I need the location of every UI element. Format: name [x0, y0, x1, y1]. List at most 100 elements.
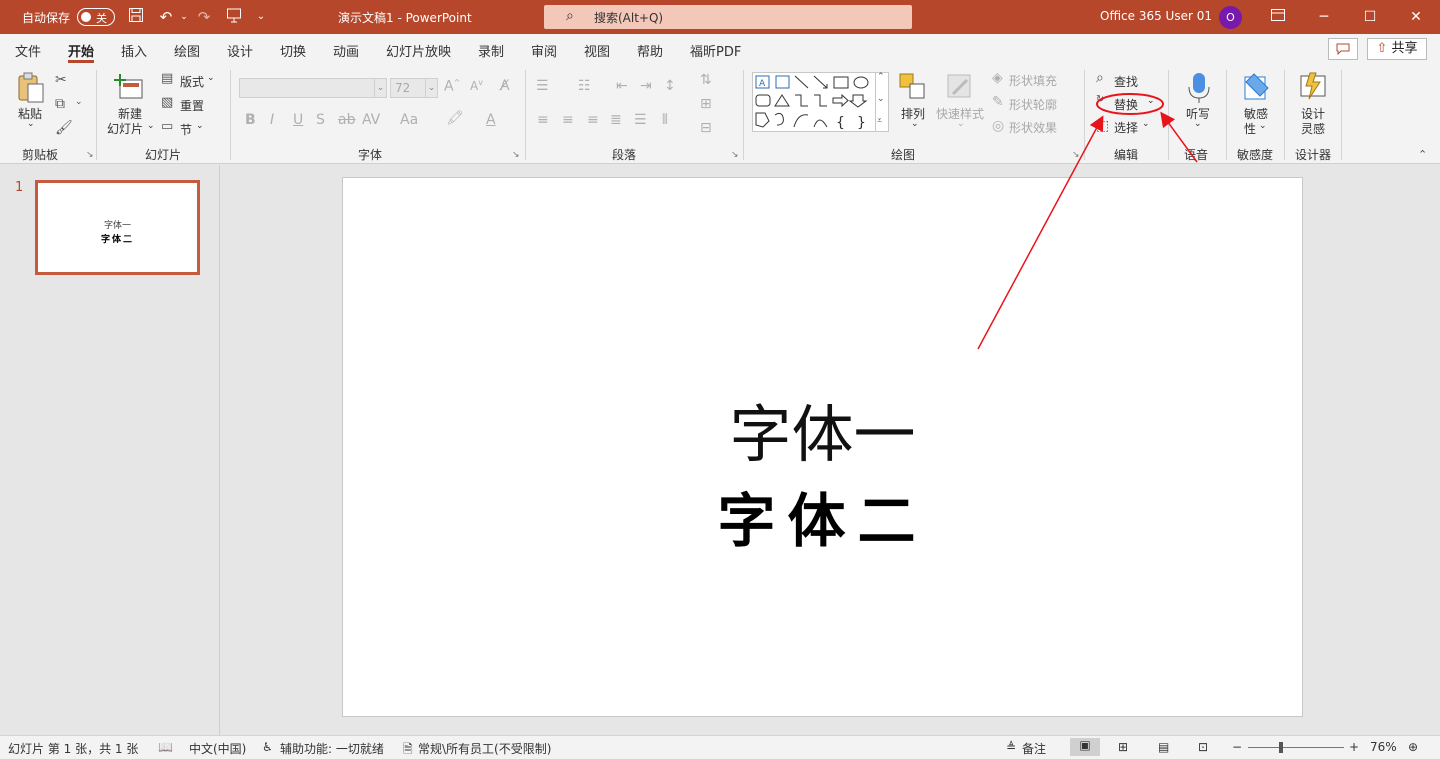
microphone-icon[interactable] — [1184, 72, 1214, 103]
paste-dropdown-icon[interactable]: ⌄ — [27, 119, 35, 129]
distributed-icon[interactable]: ☰ — [634, 112, 647, 128]
more-shapes-icon[interactable]: ⩡ — [877, 116, 882, 126]
sensitivity-label-2[interactable]: 性 — [1244, 120, 1256, 137]
new-slide-label-2[interactable]: 幻灯片 — [107, 120, 143, 137]
shapes-gallery[interactable]: A { } — [752, 72, 889, 132]
char-spacing-icon[interactable]: AV — [362, 112, 380, 128]
increase-font-icon[interactable]: A^ — [444, 78, 460, 95]
clear-format-icon[interactable]: A̸ — [500, 78, 510, 94]
tab-transitions[interactable]: 切换 — [280, 41, 306, 60]
redo-icon[interactable]: ↷ — [194, 7, 214, 27]
tab-home[interactable]: 开始 — [68, 41, 95, 63]
replace-label[interactable]: 替换 — [1114, 96, 1138, 113]
new-slide-dropdown-icon[interactable]: ⌄ — [147, 121, 155, 131]
layout-dropdown-icon[interactable]: ⌄ — [207, 73, 215, 83]
spellcheck-icon[interactable]: 📖 — [158, 740, 173, 754]
dictate-dropdown-icon[interactable]: ⌄ — [1194, 119, 1202, 129]
customize-qat-icon[interactable]: ⌄ — [251, 7, 271, 27]
slide-sorter-icon[interactable]: ⊞ — [1118, 740, 1128, 754]
tab-file[interactable]: 文件 — [15, 41, 41, 60]
sensitivity-dropdown-icon[interactable]: ⌄ — [1259, 121, 1267, 131]
text-line-1[interactable]: 字体一 — [343, 384, 1302, 474]
section-icon[interactable]: ▭ — [161, 119, 173, 134]
format-painter-icon[interactable]: 🖌 — [55, 120, 73, 136]
bold-icon[interactable]: B — [245, 112, 256, 128]
align-left-icon[interactable]: ≡ — [537, 112, 549, 128]
tab-record[interactable]: 录制 — [478, 41, 504, 60]
undo-dropdown-icon[interactable]: ⌄ — [174, 7, 194, 27]
fit-slide-icon[interactable]: ⊕ — [1408, 740, 1418, 754]
font-launcher-icon[interactable]: ↘ — [512, 150, 520, 160]
clipboard-launcher-icon[interactable]: ↘ — [86, 150, 94, 160]
chevron-down-icon[interactable]: ⌄ — [374, 79, 386, 97]
sensitivity-status-icon[interactable]: 🗎 — [403, 740, 413, 759]
shape-fill-label[interactable]: 形状填充 — [1009, 72, 1057, 89]
language[interactable]: 中文(中国) — [189, 740, 246, 757]
columns-icon[interactable]: ⫴ — [662, 112, 668, 128]
slide-thumbnail[interactable]: 字体一 字体二 — [35, 180, 200, 275]
select-label[interactable]: 选择 — [1114, 119, 1138, 136]
italic-icon[interactable]: I — [270, 112, 274, 128]
find-label[interactable]: 查找 — [1114, 73, 1138, 90]
arrange-dropdown-icon[interactable]: ⌄ — [911, 119, 919, 129]
user-name[interactable]: Office 365 User 01 — [1100, 9, 1212, 23]
highlight-icon[interactable]: 🖍 — [446, 110, 464, 126]
ribbon-display-icon[interactable] — [1255, 4, 1301, 30]
quick-styles-dropdown-icon[interactable]: ⌄ — [957, 119, 965, 129]
paragraph-launcher-icon[interactable]: ↘ — [731, 150, 739, 160]
select-dropdown-icon[interactable]: ⌄ — [1142, 119, 1150, 129]
font-color-icon[interactable]: A — [486, 112, 496, 128]
find-icon[interactable]: ⌕ — [1096, 70, 1104, 86]
copy-icon[interactable]: ⧉ — [55, 96, 65, 112]
scroll-down-icon[interactable]: ⌄ — [877, 94, 885, 104]
change-case-icon[interactable]: Aa — [400, 112, 418, 128]
designer-icon[interactable] — [1298, 72, 1328, 102]
strikethrough-icon[interactable]: ab — [338, 112, 355, 128]
autosave-toggle[interactable]: 关 — [77, 8, 115, 26]
chevron-down-icon[interactable]: ⌄ — [425, 79, 437, 97]
sensitivity-status[interactable]: 常规\所有员工(不受限制) — [418, 740, 551, 757]
accessibility-status[interactable]: 辅助功能: 一切就绪 — [280, 740, 384, 757]
tab-draw[interactable]: 绘图 — [174, 41, 200, 60]
minimize-button[interactable]: ─ — [1301, 4, 1347, 30]
arrange-icon[interactable] — [898, 72, 928, 102]
underline-icon[interactable]: U — [293, 112, 303, 128]
collapse-ribbon-icon[interactable]: ⌃ — [1418, 148, 1427, 161]
paste-icon[interactable] — [16, 72, 46, 103]
comments-button[interactable] — [1328, 38, 1358, 60]
section-label[interactable]: 节 — [180, 121, 192, 138]
shadow-icon[interactable]: S — [316, 112, 325, 128]
text-line-2[interactable]: 字体二 — [343, 474, 1302, 558]
close-button[interactable]: ✕ — [1393, 4, 1439, 30]
cut-icon[interactable]: ✂ — [55, 72, 67, 88]
tab-foxit-pdf[interactable]: 福昕PDF — [690, 41, 741, 60]
increase-indent-icon[interactable]: ⇥ — [640, 78, 652, 94]
smartart-icon[interactable]: ⊟ — [700, 120, 712, 136]
quick-styles-icon[interactable] — [945, 72, 975, 102]
numbering-icon[interactable]: ☷ — [578, 78, 591, 94]
bullets-icon[interactable]: ☰ — [536, 78, 549, 94]
section-dropdown-icon[interactable]: ⌄ — [196, 121, 204, 131]
replace-icon[interactable]: ↻ — [1096, 94, 1104, 105]
decrease-indent-icon[interactable]: ⇤ — [616, 78, 628, 94]
search-box[interactable]: ⌕ 搜索(Alt+Q) — [544, 5, 912, 29]
line-spacing-icon[interactable]: ↕ — [664, 78, 676, 94]
select-icon[interactable]: ⬚ — [1096, 118, 1109, 134]
drawing-launcher-icon[interactable]: ↘ — [1072, 150, 1080, 160]
reading-view-icon[interactable]: ▤ — [1158, 740, 1169, 754]
designer-label-2[interactable]: 灵感 — [1301, 120, 1325, 137]
copy-dropdown-icon[interactable]: ⌄ — [75, 97, 83, 107]
maximize-button[interactable]: ☐ — [1347, 4, 1393, 30]
zoom-in-icon[interactable]: + — [1349, 740, 1359, 754]
scroll-up-icon[interactable]: ⌃ — [877, 72, 885, 82]
present-icon[interactable] — [224, 7, 244, 27]
shape-fill-icon[interactable]: ◈ — [992, 70, 1003, 86]
notes-label[interactable]: 备注 — [1022, 740, 1046, 757]
tab-help[interactable]: 帮助 — [637, 41, 663, 60]
shape-effects-icon[interactable]: ◎ — [992, 118, 1004, 134]
accessibility-icon[interactable]: ♿ — [262, 740, 273, 754]
reset-icon[interactable]: ▧ — [161, 95, 173, 110]
undo-icon[interactable]: ↶ — [156, 7, 176, 27]
layout-icon[interactable]: ▤ — [161, 71, 173, 86]
zoom-out-icon[interactable]: − — [1232, 740, 1242, 754]
